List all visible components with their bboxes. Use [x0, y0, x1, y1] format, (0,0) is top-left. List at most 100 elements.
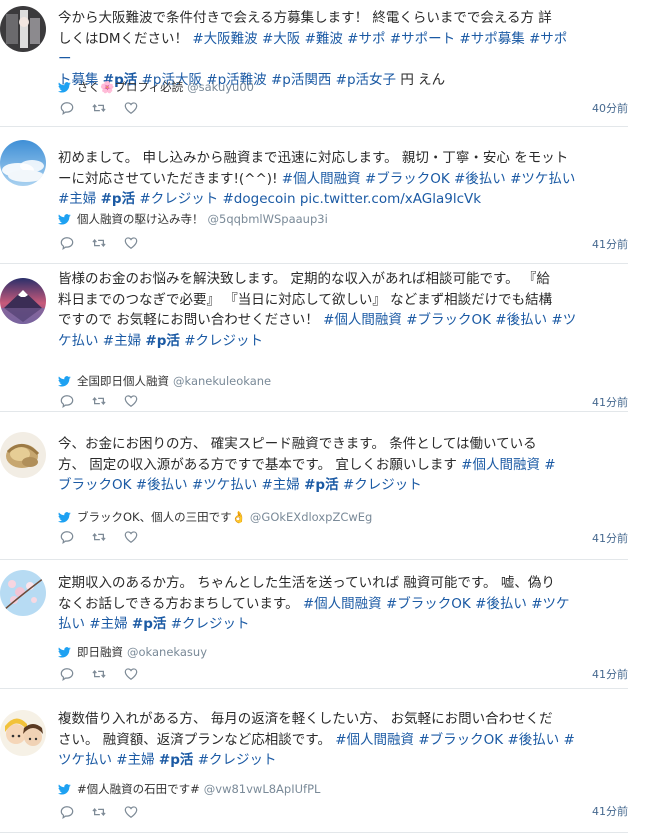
hashtag-link[interactable]: #クレジット — [171, 616, 250, 632]
retweet-icon[interactable] — [92, 101, 106, 115]
hashtag-link[interactable]: #p活 — [132, 616, 166, 632]
hashtag-link[interactable]: #クレジット — [198, 752, 277, 768]
tweet-timestamp[interactable]: 41分前 — [592, 236, 628, 252]
hashtag-link[interactable]: #クレジット — [343, 477, 422, 493]
hashtag-link[interactable]: #ツケ払い — [192, 477, 257, 493]
hashtag-link[interactable]: #p活 — [304, 477, 338, 493]
hashtag-link[interactable]: #後払い — [136, 477, 188, 493]
tweet-timestamp[interactable]: 41分前 — [592, 803, 628, 819]
tweet-author[interactable]: 個人融資の駆け込み寺！ @5qqbmlWSpaaup3i — [57, 211, 328, 227]
author-handle[interactable]: @5qqbmlWSpaaup3i — [208, 212, 328, 226]
reply-icon[interactable] — [60, 101, 74, 115]
hashtag-link[interactable]: #後払い — [475, 596, 527, 612]
tweet-item[interactable]: 複数借り入れがある方、 毎月の返済を軽くしたい方、 お気軽にお問い合わせくだ さい… — [0, 688, 628, 833]
hashtag-link[interactable]: #p活女子 — [336, 72, 396, 88]
hashtag-link[interactable]: #クレジット — [139, 191, 218, 207]
hashtag-link[interactable]: #大阪難波 — [192, 31, 257, 47]
retweet-icon[interactable] — [92, 667, 106, 681]
tweet-author[interactable]: #個人融資の石田です# @vw81vwL8ApIUfPL — [57, 781, 321, 797]
reply-icon[interactable] — [60, 805, 74, 819]
avatar[interactable] — [0, 6, 46, 52]
hashtag-link[interactable]: #個人間融資 — [323, 312, 402, 328]
hashtag-label: #p活 — [304, 477, 339, 493]
heart-icon[interactable] — [124, 101, 138, 115]
author-handle[interactable]: @sakuyu00 — [187, 80, 254, 94]
hashtag-link[interactable]: #p活 — [145, 333, 179, 349]
tweet-author[interactable]: 全国即日個人融資 @kanekuleokane — [57, 373, 271, 389]
hashtag-link[interactable]: 払い — [58, 616, 85, 632]
retweet-icon[interactable] — [92, 530, 106, 544]
retweet-icon[interactable] — [92, 394, 106, 408]
tweet-item[interactable]: 初めまして。 申し込みから融資まで迅速に対応します。 親切・丁寧・安心 をモット… — [0, 126, 628, 264]
avatar[interactable] — [0, 710, 46, 756]
tweet-timestamp[interactable]: 40分前 — [592, 100, 628, 116]
tweet-timestamp[interactable]: 41分前 — [592, 530, 628, 546]
tweet-timestamp[interactable]: 41分前 — [592, 666, 628, 682]
reply-icon[interactable] — [60, 667, 74, 681]
tweet-item[interactable]: 皆様のお金のお悩みを解決致します。 定期的な収入があれば相談可能です。 『給 料日… — [0, 263, 628, 412]
avatar[interactable] — [0, 570, 46, 616]
avatar[interactable] — [0, 432, 46, 478]
hashtag-link[interactable]: #ブラックOK — [418, 732, 503, 748]
hashtag-link[interactable]: ツケ払い — [58, 752, 112, 768]
hashtag-link[interactable]: ブラックOK — [58, 477, 131, 493]
hashtag-link[interactable]: #ブラックOK — [365, 171, 450, 187]
reply-icon[interactable] — [60, 236, 74, 250]
author-handle[interactable]: @vw81vwL8ApIUfPL — [204, 782, 321, 796]
author-handle[interactable]: @kanekuleokane — [173, 374, 271, 388]
hashtag-link[interactable]: #個人間融資 — [335, 732, 414, 748]
hashtag-link[interactable]: #主婦 — [58, 191, 96, 207]
tweet-item[interactable]: 今から大阪難波で条件付きで会える方募集します！ 終電くらいまでで会える方 詳しく… — [0, 0, 628, 127]
retweet-icon[interactable] — [92, 805, 106, 819]
reply-icon[interactable] — [60, 394, 74, 408]
tweet-item[interactable]: 今、お金にお困りの方、 確実スピード融資できます。 条件としては働いている 方、 … — [0, 411, 628, 560]
hashtag-link[interactable]: #主婦 — [116, 752, 154, 768]
tweet-author[interactable]: さく🌸プロフィ必読 @sakuyu00 — [57, 79, 254, 95]
reply-icon[interactable] — [60, 530, 74, 544]
avatar[interactable] — [0, 278, 46, 324]
author-handle[interactable]: @okanekasuy — [127, 645, 207, 659]
hashtag-link[interactable]: #個人間融資 — [282, 171, 361, 187]
hashtag-link[interactable]: #主婦 — [103, 333, 141, 349]
hashtag-link[interactable]: pic.twitter.com/xAGla9lcVk — [300, 191, 481, 207]
heart-icon[interactable] — [124, 236, 138, 250]
hashtag-link[interactable]: #サポ — [347, 31, 385, 47]
hashtag-link[interactable]: #サポート — [390, 31, 455, 47]
heart-icon[interactable] — [124, 530, 138, 544]
hashtag-link[interactable]: #p活 — [159, 752, 193, 768]
tweet-timestamp[interactable]: 41分前 — [592, 394, 628, 410]
hashtag-link[interactable]: #個人間融資 — [303, 596, 382, 612]
author-handle[interactable]: @GOkEXdloxpZCwEg — [250, 510, 372, 524]
tweet-text: 複数借り入れがある方、 毎月の返済を軽くしたい方、 お気軽にお問い合わせくだ さい… — [58, 709, 580, 771]
hashtag-link[interactable]: #難波 — [305, 31, 343, 47]
hashtag-link[interactable]: #主婦 — [262, 477, 300, 493]
tweet-author[interactable]: 即日融資 @okanekasuy — [57, 644, 207, 660]
tweet-text-line: さい。 融資額、返済プランなど応相談です。 #個人間融資 #ブラックOK #後払… — [58, 730, 580, 751]
retweet-icon[interactable] — [92, 236, 106, 250]
hashtag-link[interactable]: #サポ募集 — [459, 31, 524, 47]
hashtag-link[interactable]: #ツ — [551, 312, 576, 328]
hashtag-link[interactable]: #ツケ払い — [510, 171, 575, 187]
hashtag-link[interactable]: #p活 — [101, 191, 135, 207]
hashtag-link[interactable]: #後払い — [507, 732, 559, 748]
hashtag-link[interactable]: #クレジット — [184, 333, 263, 349]
hashtag-link[interactable]: #後払い — [495, 312, 547, 328]
hashtag-link[interactable]: #主婦 — [89, 616, 127, 632]
hashtag-link[interactable]: #dogecoin — [223, 191, 296, 207]
heart-icon[interactable] — [124, 667, 138, 681]
tweet-item[interactable]: 定期収入のあるか方。 ちゃんとした生活を送っていれば 融資可能です。 嘘、偽りな… — [0, 559, 628, 689]
heart-icon[interactable] — [124, 805, 138, 819]
hashtag-link[interactable]: ケ払い — [58, 333, 99, 349]
avatar[interactable] — [0, 140, 46, 186]
heart-icon[interactable] — [124, 394, 138, 408]
hashtag-link[interactable]: #ブラックOK — [406, 312, 491, 328]
tweet-author[interactable]: ブラックOK、個人の三田です👌 @GOkEXdloxpZCwEg — [57, 509, 372, 525]
hashtag-link[interactable]: # — [544, 457, 555, 473]
hashtag-link[interactable]: #個人間融資 — [461, 457, 540, 473]
hashtag-link[interactable]: #p活関西 — [271, 72, 331, 88]
hashtag-link[interactable]: #ブラックOK — [386, 596, 471, 612]
hashtag-link[interactable]: # — [564, 732, 575, 748]
hashtag-link[interactable]: #後払い — [454, 171, 506, 187]
hashtag-link[interactable]: #大阪 — [262, 31, 300, 47]
hashtag-link[interactable]: #ツケ — [531, 596, 569, 612]
